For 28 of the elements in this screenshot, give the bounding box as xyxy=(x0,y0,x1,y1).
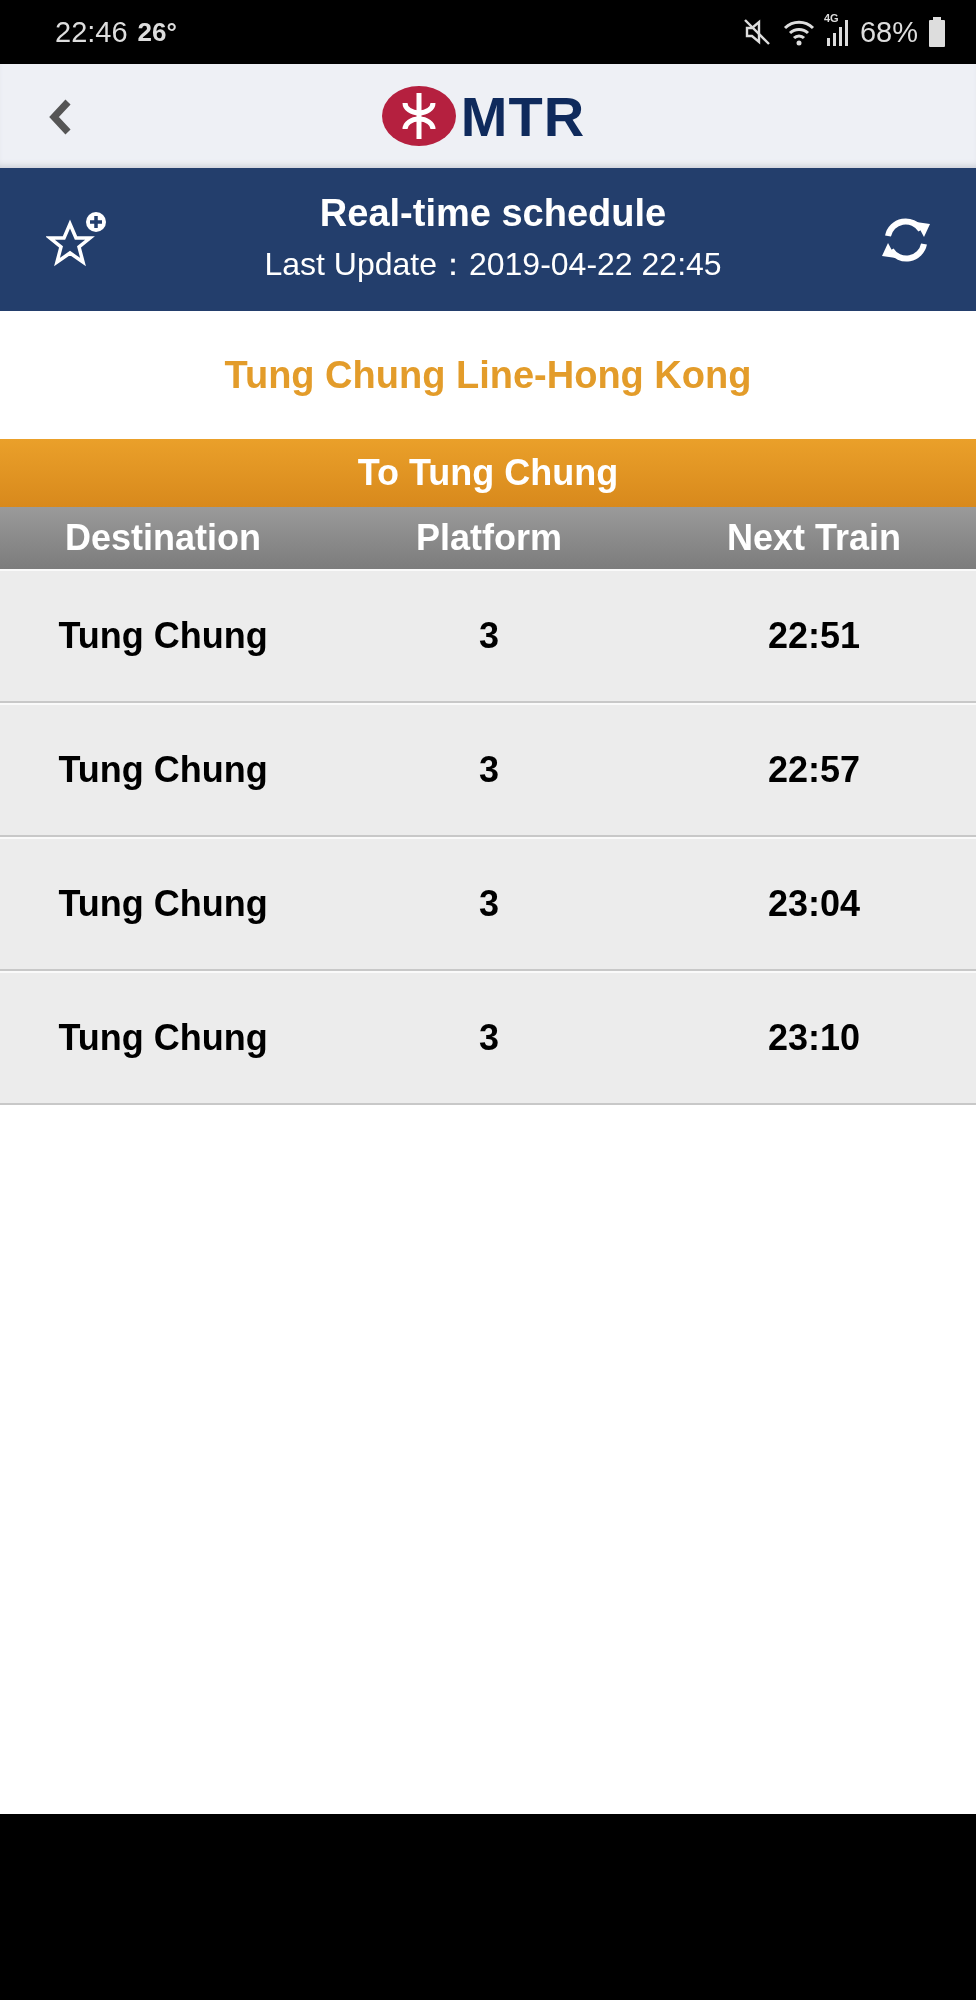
column-header: Destination xyxy=(64,517,262,559)
table-cell-text: Tung Chung xyxy=(57,1017,269,1059)
last-update-text: Last Update：2019-04-22 22:45 xyxy=(264,245,722,284)
table-cell-text: 3 xyxy=(478,883,500,925)
clock-time: 22:46 xyxy=(55,15,128,49)
logo-text: MTR xyxy=(460,83,586,149)
chevron-left-icon xyxy=(48,98,72,136)
table-cell-text: 23:04 xyxy=(766,883,862,925)
table-cell-text: 22:57 xyxy=(766,749,862,791)
battery-icon xyxy=(928,17,946,47)
table-cell-text: Tung Chung xyxy=(57,749,269,791)
temperature: 26° xyxy=(137,16,177,48)
page-title: Real-time schedule xyxy=(318,192,668,235)
table-cell-text: Tung Chung xyxy=(57,883,269,925)
table-cell-text: 3 xyxy=(478,615,500,657)
logo-icon xyxy=(380,85,457,147)
column-header: Platform xyxy=(415,517,563,559)
table-cell-text: 3 xyxy=(478,1017,500,1059)
route-title: Tung Chung Line-Hong Kong xyxy=(224,353,752,397)
network-type: 4G xyxy=(823,12,839,24)
mute-icon xyxy=(741,17,772,47)
table-cell-text: 23:10 xyxy=(766,1017,862,1059)
battery-percent: 68% xyxy=(859,15,918,49)
column-header: Next Train xyxy=(725,517,903,559)
table-cell-text: Tung Chung xyxy=(57,615,269,657)
table-cell-text: 3 xyxy=(478,749,500,791)
direction-bar: To Tung Chung xyxy=(0,439,976,507)
table-cell-text: 22:51 xyxy=(766,615,862,657)
